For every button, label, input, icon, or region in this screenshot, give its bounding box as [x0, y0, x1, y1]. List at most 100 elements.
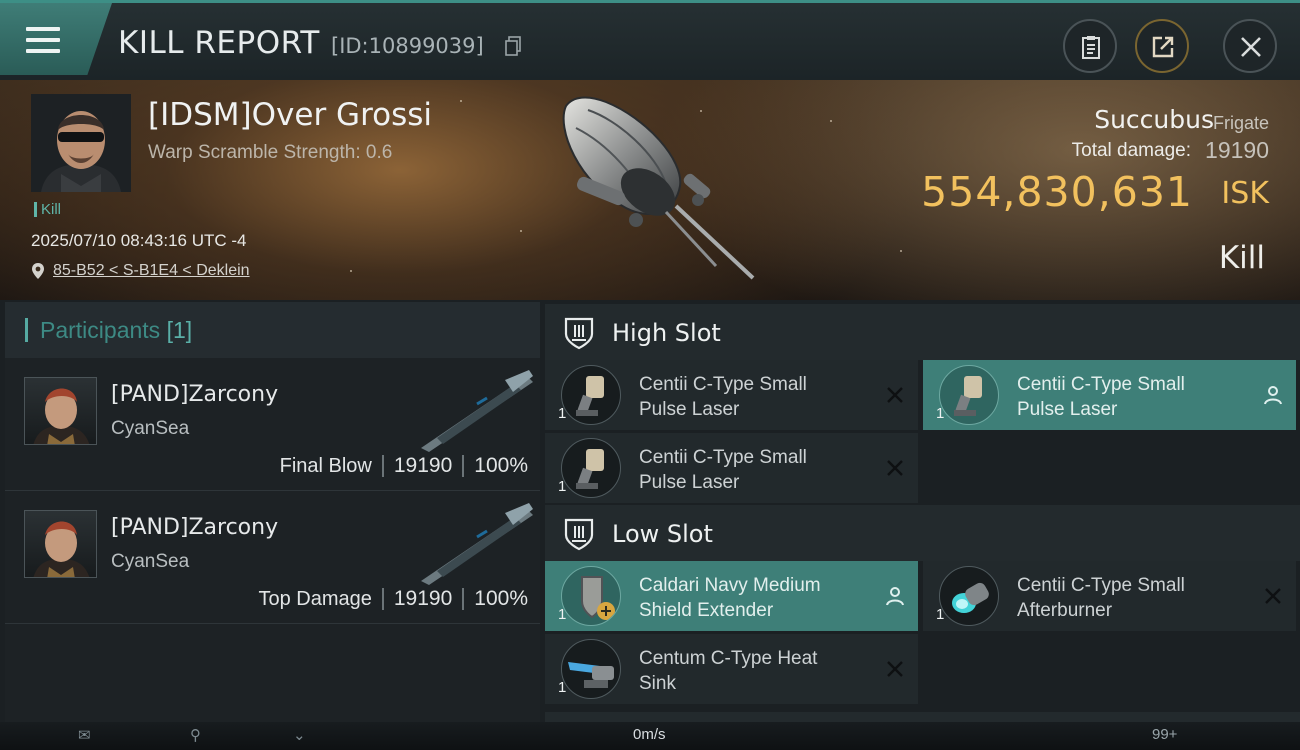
- close-button[interactable]: [1223, 19, 1277, 73]
- stats-divider: [381, 588, 384, 610]
- participant-corp: CyanSea: [111, 418, 190, 439]
- chevron-icon[interactable]: ⌄: [293, 726, 306, 744]
- module-item[interactable]: 1 Centii C-Type Small Pulse Laser: [545, 433, 918, 503]
- module-name: Centii C-Type Small Pulse Laser: [639, 445, 869, 495]
- module-name-line: Shield Extender: [639, 600, 774, 621]
- clipboard-button[interactable]: [1063, 19, 1117, 73]
- location-pin-icon: [32, 263, 44, 279]
- share-button[interactable]: [1135, 19, 1189, 73]
- participant-row[interactable]: [PAND]Zarcony CyanSea Final Blow 19190 1…: [5, 358, 540, 491]
- module-name-line: Pulse Laser: [639, 399, 740, 420]
- participant-name[interactable]: [PAND]Zarcony: [111, 515, 278, 540]
- pulse-laser-icon: [576, 376, 604, 416]
- module-quantity: 1: [558, 405, 567, 422]
- module-name-line: Centii C-Type Small: [639, 374, 807, 395]
- participant-percent: 100%: [474, 454, 528, 477]
- slot-shield-icon: [564, 518, 594, 551]
- participant-weapon-image: [421, 503, 533, 585]
- victim-portrait[interactable]: [31, 94, 131, 192]
- participants-panel: Participants [1] [PAND]Zarcony CyanSea F…: [5, 302, 540, 722]
- person-icon: [886, 587, 904, 606]
- participants-header: Participants [1]: [5, 302, 540, 358]
- module-icon: [561, 365, 621, 425]
- stats-divider: [462, 455, 465, 477]
- participant-avatar[interactable]: [24, 377, 97, 445]
- module-item[interactable]: 1 Caldari Navy Medium Shield Extender: [545, 561, 918, 631]
- participant-damage: 19190: [393, 454, 453, 477]
- pulse-laser-icon: [954, 376, 982, 416]
- participant-name[interactable]: [PAND]Zarcony: [111, 382, 278, 407]
- afterburner-icon: [952, 582, 989, 613]
- module-quantity: 1: [558, 478, 567, 495]
- shield-extender-icon: [581, 576, 615, 620]
- low-slot-title: Low Slot: [612, 520, 713, 548]
- page-title: KILL REPORT: [118, 25, 320, 61]
- module-icon: [939, 566, 999, 626]
- fitting-icon[interactable]: ⚲: [190, 726, 201, 744]
- module-quantity: 1: [558, 606, 567, 623]
- module-name-line: Pulse Laser: [639, 472, 740, 493]
- next-slot-header: [545, 712, 1300, 722]
- module-name: Centum C-Type Heat Sink: [639, 646, 869, 696]
- participant-role: Top Damage: [258, 587, 372, 610]
- participant-stats: Final Blow 19190 100%: [280, 454, 528, 478]
- total-damage-label: Total damage:: [1071, 140, 1191, 161]
- module-item[interactable]: 1 Centum C-Type Heat Sink: [545, 634, 918, 704]
- ship-image: [562, 96, 755, 280]
- module-icon: [561, 566, 621, 626]
- x-icon: [887, 460, 903, 476]
- participant-role: Final Blow: [279, 454, 372, 477]
- location-link[interactable]: 85-B52 < S-B1E4 < Deklein: [53, 262, 250, 280]
- total-damage-value: 19190: [1205, 137, 1269, 163]
- victim-name[interactable]: [IDSM]Over Grossi: [148, 97, 432, 133]
- ship-name[interactable]: Succubus: [1094, 105, 1214, 134]
- x-icon: [1265, 588, 1281, 604]
- victim-summary: [IDSM]Over Grossi Warp Scramble Strength…: [0, 80, 1300, 300]
- victim-avatar-art: [31, 94, 131, 192]
- participants-title-text: Participants: [40, 317, 161, 343]
- heat-sink-icon: [568, 662, 614, 688]
- x-icon: [887, 387, 903, 403]
- module-quantity: 1: [936, 606, 945, 623]
- participant-row[interactable]: [PAND]Zarcony CyanSea Top Damage 19190 1…: [5, 491, 540, 624]
- share-icon: [1152, 36, 1174, 58]
- menu-icon[interactable]: [26, 27, 60, 53]
- participants-count: [1]: [166, 317, 193, 343]
- module-name: Caldari Navy Medium Shield Extender: [639, 573, 869, 623]
- participant-percent: 100%: [474, 587, 528, 610]
- module-item[interactable]: 1 Centii C-Type Small Pulse Laser: [923, 360, 1296, 430]
- slot-shield-icon: [564, 317, 594, 350]
- module-name-line: Caldari Navy Medium: [639, 575, 821, 596]
- module-item[interactable]: 1 Centii C-Type Small Pulse Laser: [545, 360, 918, 430]
- module-name: Centii C-Type Small Afterburner: [1017, 573, 1247, 623]
- participant-damage: 19190: [393, 587, 453, 610]
- copy-icon[interactable]: [505, 36, 522, 56]
- mail-icon[interactable]: ✉: [78, 726, 91, 744]
- participant-stats: Top Damage 19190 100%: [258, 587, 528, 611]
- module-name: Centii C-Type Small Pulse Laser: [1017, 372, 1247, 422]
- module-quantity: 1: [936, 405, 945, 422]
- module-icon: [561, 639, 621, 699]
- isk-value: 554,830,631: [921, 168, 1193, 216]
- stats-divider: [462, 588, 465, 610]
- module-item[interactable]: 1 Centii C-Type Small Afterburner: [923, 561, 1296, 631]
- module-quantity: 1: [558, 679, 567, 696]
- notification-badge[interactable]: 99+: [1152, 726, 1177, 743]
- participants-title: Participants [1]: [25, 318, 192, 342]
- isk-unit: ISK: [1221, 176, 1269, 211]
- participant-avatar-art: [33, 521, 90, 577]
- pulse-laser-icon: [576, 449, 604, 489]
- module-name-line: Sink: [639, 673, 676, 694]
- speed-readout: 0m/s: [633, 726, 666, 743]
- participant-weapon-image: [421, 370, 533, 452]
- module-icon: [939, 365, 999, 425]
- module-name-line: Afterburner: [1017, 600, 1113, 621]
- module-name-line: Centum C-Type Heat: [639, 648, 818, 669]
- warp-scramble-strength: Warp Scramble Strength: 0.6: [148, 142, 393, 163]
- stats-divider: [381, 455, 384, 477]
- participant-avatar[interactable]: [24, 510, 97, 578]
- close-icon: [1241, 37, 1261, 57]
- low-slot-header: Low Slot: [545, 505, 1300, 561]
- high-slot-title: High Slot: [612, 319, 721, 347]
- kill-location: 85-B52 < S-B1E4 < Deklein: [31, 262, 250, 280]
